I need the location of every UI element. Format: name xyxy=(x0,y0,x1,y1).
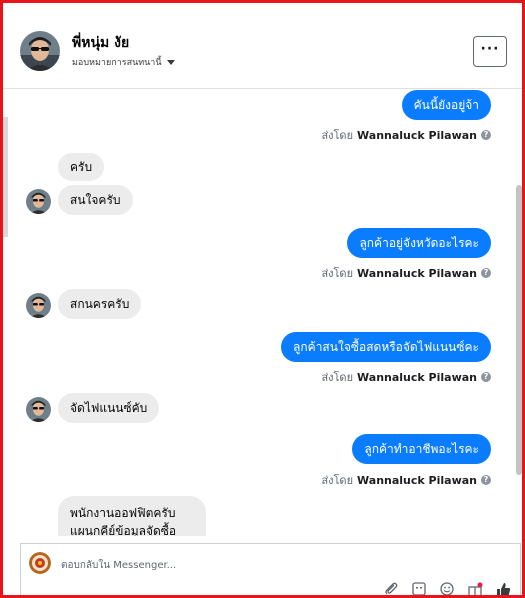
like-icon[interactable] xyxy=(495,582,511,597)
caret-down-icon xyxy=(166,60,175,65)
message-text: คันนี้ยังอยู่จ้า xyxy=(413,97,479,112)
sender-name: Wannaluck Pilawan xyxy=(357,266,477,280)
help-icon[interactable]: ? xyxy=(481,130,491,140)
outgoing-message[interactable]: ลูกค้าสนใจซื้อสดหรือจัดไฟแนนซ์คะ xyxy=(281,332,491,362)
message-text: ครับ xyxy=(70,159,93,174)
reply-composer xyxy=(20,543,521,598)
contact-name[interactable]: พี่หนุ่ม งัย xyxy=(72,32,129,54)
outgoing-message[interactable]: ลูกค้าทำอาชีพอะไรคะ xyxy=(352,434,491,464)
more-options-button[interactable]: ··· xyxy=(473,36,507,67)
contact-avatar-small xyxy=(26,189,51,214)
outgoing-message[interactable]: ลูกค้าอยู่จังหวัดอะไรคะ xyxy=(347,228,491,258)
sent-by-prefix: ส่งโดย xyxy=(321,267,354,280)
assign-conversation[interactable]: มอบหมายการสนทนานี้ xyxy=(72,55,175,69)
emoji-icon[interactable] xyxy=(439,582,455,596)
outgoing-message[interactable]: คันนี้ยังอยู่จ้า xyxy=(401,90,491,120)
sent-by-label: ส่งโดย Wannaluck Pilawan ? xyxy=(321,126,491,144)
composer-toolbar xyxy=(383,582,511,598)
help-icon[interactable]: ? xyxy=(481,268,491,278)
contact-avatar[interactable] xyxy=(20,31,60,71)
incoming-message[interactable]: สนใจครับ xyxy=(58,185,133,215)
incoming-message[interactable]: สกนครครับ xyxy=(58,289,142,319)
more-icon: ··· xyxy=(480,40,500,57)
sent-by-label: ส่งโดย Wannaluck Pilawan ? xyxy=(321,368,491,386)
incoming-message[interactable]: จัดไฟแนนซ์คับ xyxy=(58,393,160,423)
sent-by-prefix: ส่งโดย xyxy=(321,129,354,142)
message-text: จัดไฟแนนซ์คับ xyxy=(70,400,148,415)
sent-by-prefix: ส่งโดย xyxy=(321,474,354,487)
incoming-message[interactable]: ครับ xyxy=(58,153,105,181)
message-text: ลูกค้าสนใจซื้อสดหรือจัดไฟแนนซ์คะ xyxy=(293,339,479,354)
contact-avatar-small xyxy=(26,397,51,422)
attach-icon[interactable] xyxy=(383,582,399,596)
sent-by-label: ส่งโดย Wannaluck Pilawan ? xyxy=(321,264,491,282)
sender-name: Wannaluck Pilawan xyxy=(357,473,477,487)
contact-avatar-small xyxy=(26,293,51,318)
incoming-message[interactable]: พนักงานออฟฟิตครับ แผนกคีย์ข้อมูลจัดซื้อค… xyxy=(58,496,206,536)
help-icon[interactable]: ? xyxy=(481,475,491,485)
message-thread[interactable]: คันนี้ยังอยู่จ้า ส่งโดย Wannaluck Pilawa… xyxy=(3,89,522,536)
message-text: พนักงานออฟฟิตครับ แผนกคีย์ข้อมูลจัดซื้อค… xyxy=(70,506,177,536)
sender-name: Wannaluck Pilawan xyxy=(357,128,477,142)
reply-input[interactable] xyxy=(61,556,361,574)
message-text: ลูกค้าอยู่จังหวัดอะไรคะ xyxy=(359,235,479,250)
assign-conversation-label: มอบหมายการสนทนานี้ xyxy=(72,58,162,68)
sent-by-prefix: ส่งโดย xyxy=(321,371,354,384)
page-avatar xyxy=(29,552,51,574)
gif-icon[interactable] xyxy=(411,582,427,596)
message-text: ลูกค้าทำอาชีพอะไรคะ xyxy=(364,441,479,456)
conversation-header: พี่หนุ่ม งัย มอบหมายการสนทนานี้ ··· xyxy=(3,3,522,89)
help-icon[interactable]: ? xyxy=(481,372,491,382)
thread-scrollbar[interactable] xyxy=(516,185,522,475)
left-panel-scrollbar[interactable] xyxy=(3,117,8,237)
sender-name: Wannaluck Pilawan xyxy=(357,370,477,384)
sent-by-label: ส่งโดย Wannaluck Pilawan ? xyxy=(321,471,491,489)
message-text: สนใจครับ xyxy=(70,192,121,207)
gift-icon[interactable] xyxy=(467,582,483,598)
message-text: สกนครครับ xyxy=(70,296,130,311)
